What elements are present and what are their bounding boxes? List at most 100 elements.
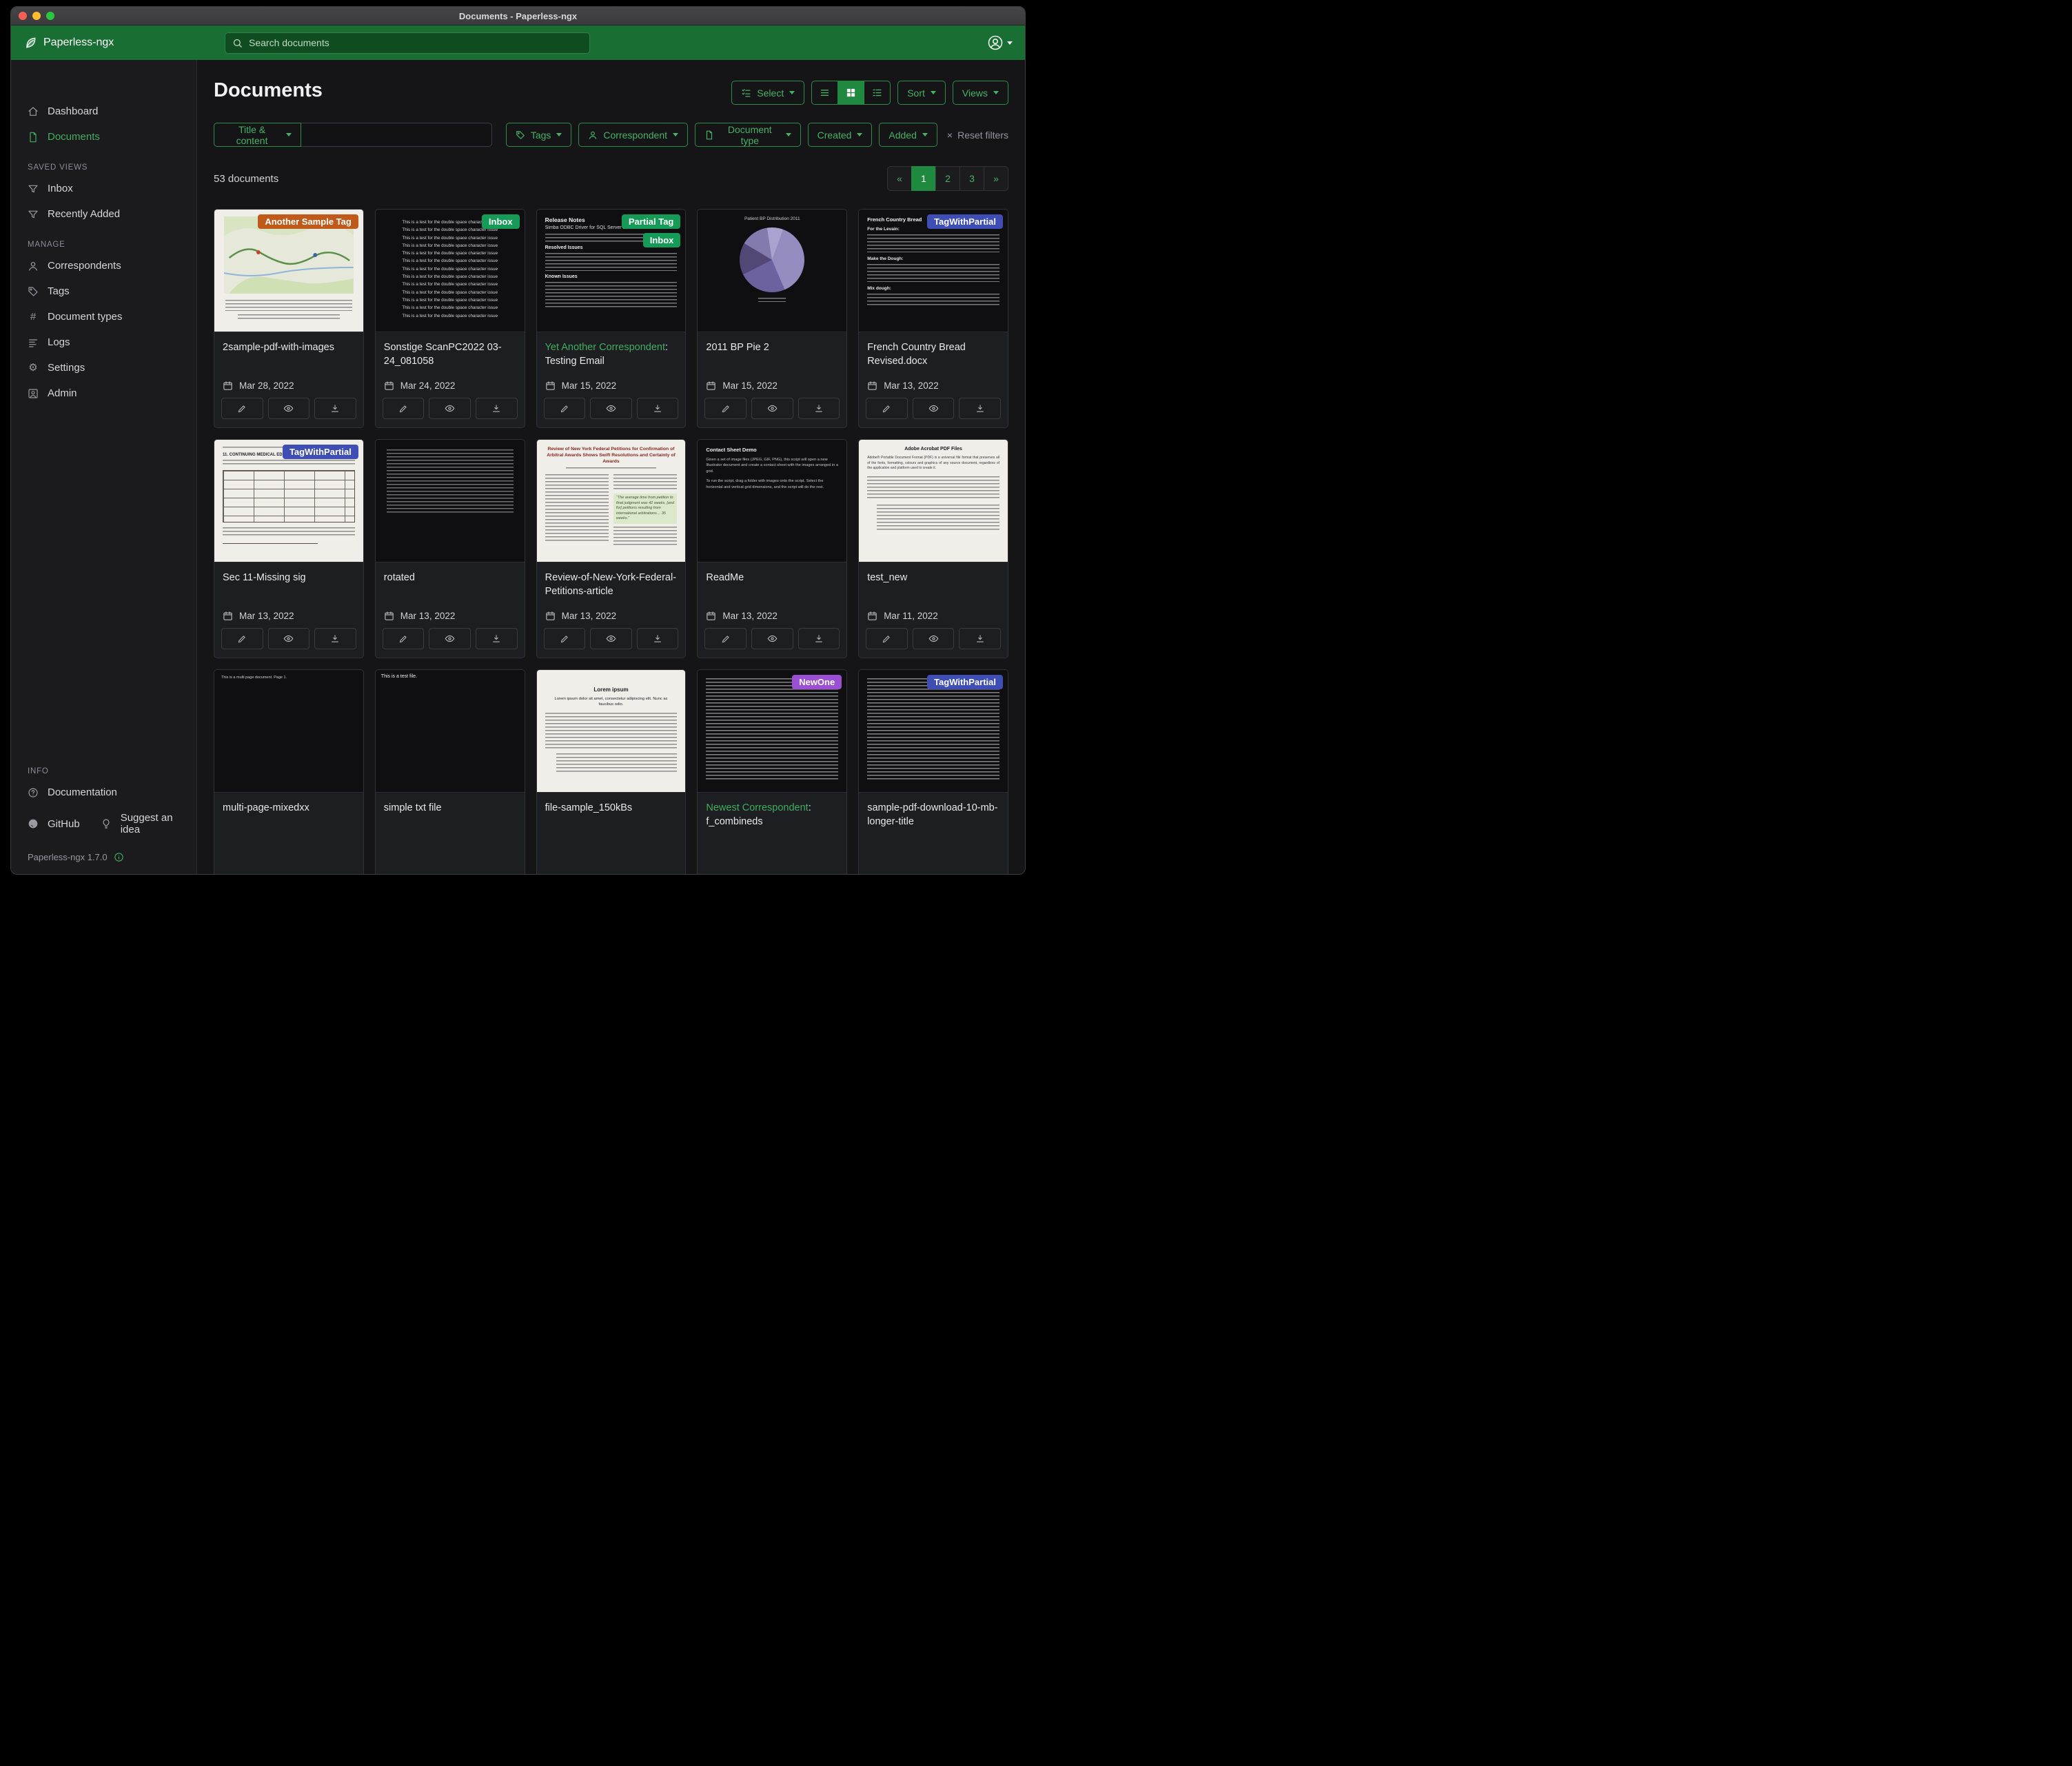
sidebar-item-settings[interactable]: ⚙ Settings — [11, 355, 196, 380]
sidebar-item-correspondents[interactable]: Correspondents — [11, 253, 196, 278]
sort-button[interactable]: Sort — [897, 81, 946, 105]
tags-filter-button[interactable]: Tags — [506, 123, 572, 147]
minimize-window-button[interactable] — [32, 12, 41, 20]
sidebar-item-dashboard[interactable]: Dashboard — [11, 99, 196, 124]
document-title[interactable]: Yet Another Correspondent: Testing Email — [545, 341, 678, 369]
view-document-button[interactable] — [913, 628, 955, 649]
tag-badge[interactable]: Inbox — [643, 233, 681, 247]
document-title[interactable]: Sonstige ScanPC2022 03-24_081058 — [384, 341, 516, 369]
download-document-button[interactable] — [637, 398, 679, 419]
view-document-button[interactable] — [429, 398, 471, 419]
document-type-filter-button[interactable]: Document type — [695, 123, 801, 147]
sidebar-item-documents[interactable]: Documents — [11, 124, 196, 150]
document-correspondent[interactable]: Newest Correspondent — [706, 802, 808, 813]
download-document-button[interactable] — [637, 628, 679, 649]
user-menu[interactable] — [987, 34, 1013, 51]
sidebar-item-documentation[interactable]: Documentation — [11, 780, 196, 805]
document-thumbnail[interactable]: This is a multi page document. Page 1. — [214, 670, 363, 793]
document-title[interactable]: multi-page-mixedxx — [223, 801, 355, 815]
document-card[interactable]: Release Notes Simba ODBC Driver for SQL … — [536, 209, 687, 428]
edit-document-button[interactable] — [866, 398, 908, 419]
grid-view-button[interactable] — [837, 81, 864, 105]
reset-filters-button[interactable]: × Reset filters — [947, 130, 1008, 141]
sidebar-item-github[interactable]: GitHub — [11, 811, 84, 837]
document-card[interactable]: 11. CONTINUING MEDICAL EDUCA TagWithPart… — [214, 439, 364, 658]
title-content-dropdown[interactable]: Title & content — [214, 123, 301, 147]
document-thumbnail[interactable]: This is a test for the double space char… — [376, 210, 525, 332]
download-document-button[interactable] — [476, 398, 518, 419]
document-thumbnail[interactable]: Release Notes Simba ODBC Driver for SQL … — [537, 210, 686, 332]
list-view-button[interactable] — [811, 81, 838, 105]
sidebar-item-logs[interactable]: Logs — [11, 329, 196, 355]
edit-document-button[interactable] — [704, 398, 746, 419]
document-title[interactable]: sample-pdf-download-10-mb-longer-title — [867, 801, 999, 829]
pagination-page-3[interactable]: 3 — [959, 166, 984, 191]
pagination-prev-button[interactable]: « — [887, 166, 912, 191]
document-thumbnail[interactable]: 11. CONTINUING MEDICAL EDUCA TagWithPart… — [214, 440, 363, 562]
select-button[interactable]: Select — [731, 81, 804, 105]
created-filter-button[interactable]: Created — [808, 123, 873, 147]
added-filter-button[interactable]: Added — [879, 123, 937, 147]
title-content-input[interactable] — [301, 123, 492, 147]
edit-document-button[interactable] — [866, 628, 908, 649]
document-title[interactable]: Review-of-New-York-Federal-Petitions-art… — [545, 571, 678, 599]
document-correspondent[interactable]: Yet Another Correspondent — [545, 342, 665, 353]
view-document-button[interactable] — [429, 628, 471, 649]
view-document-button[interactable] — [751, 628, 793, 649]
document-title[interactable]: ReadMe — [706, 571, 838, 585]
tag-badge[interactable]: TagWithPartial — [283, 445, 358, 459]
tag-badge[interactable]: Partial Tag — [622, 214, 681, 229]
document-card[interactable]: This is a multi page document. Page 1. m… — [214, 669, 364, 875]
download-document-button[interactable] — [959, 628, 1001, 649]
document-title[interactable]: Newest Correspondent: f_combineds — [706, 801, 838, 829]
tag-badge[interactable]: Another Sample Tag — [258, 214, 358, 229]
search-input[interactable] — [249, 37, 582, 48]
tag-badge[interactable]: TagWithPartial — [927, 214, 1003, 229]
document-title[interactable]: file-sample_150kBs — [545, 801, 678, 815]
tag-badge[interactable]: Inbox — [482, 214, 520, 229]
sidebar-item-admin[interactable]: Admin — [11, 380, 196, 406]
document-thumbnail[interactable]: French Country Bread For the Levain: Mak… — [859, 210, 1008, 332]
document-title[interactable]: Sec 11-Missing sig — [223, 571, 355, 585]
document-card[interactable]: rotated Mar 13, 2022 — [375, 439, 525, 658]
document-title[interactable]: rotated — [384, 571, 516, 585]
document-thumbnail[interactable]: Contact Sheet Demo Given a set of image … — [698, 440, 846, 562]
correspondent-filter-button[interactable]: Correspondent — [578, 123, 688, 147]
view-document-button[interactable] — [590, 398, 632, 419]
view-document-button[interactable] — [268, 398, 310, 419]
sidebar-item-document-types[interactable]: # Document types — [11, 304, 196, 329]
document-card[interactable]: NewOne Newest Correspondent: f_combineds — [697, 669, 847, 875]
view-document-button[interactable] — [751, 398, 793, 419]
views-button[interactable]: Views — [953, 81, 1008, 105]
document-title[interactable]: 2sample-pdf-with-images — [223, 341, 355, 354]
tag-badge[interactable]: TagWithPartial — [927, 675, 1003, 689]
tag-badge[interactable]: NewOne — [792, 675, 842, 689]
brand[interactable]: Paperless-ngx — [23, 36, 225, 50]
document-card[interactable]: Review of New York Federal Petitions for… — [536, 439, 687, 658]
document-thumbnail[interactable]: Lorem ipsum Lorem ipsum dolor sit amet, … — [537, 670, 686, 793]
view-document-button[interactable] — [913, 398, 955, 419]
document-thumbnail[interactable]: Patient BP Distribution 2011 — [698, 210, 846, 332]
document-card[interactable]: Patient BP Distribution 2011 2011 BP Pie… — [697, 209, 847, 428]
sidebar-item-suggest-idea[interactable]: Suggest an idea — [84, 805, 196, 842]
document-thumbnail[interactable]: This is a test file. — [376, 670, 525, 793]
document-title[interactable]: simple txt file — [384, 801, 516, 815]
document-title[interactable]: test_new — [867, 571, 999, 585]
document-card[interactable]: TagWithPartial sample-pdf-download-10-mb… — [858, 669, 1008, 875]
edit-document-button[interactable] — [544, 628, 586, 649]
document-title[interactable]: 2011 BP Pie 2 — [706, 341, 838, 354]
pagination-page-2[interactable]: 2 — [935, 166, 960, 191]
document-card[interactable]: French Country Bread For the Levain: Mak… — [858, 209, 1008, 428]
sidebar-item-recently-added[interactable]: Recently Added — [11, 201, 196, 227]
edit-document-button[interactable] — [383, 398, 425, 419]
document-thumbnail[interactable]: Adobe Acrobat PDF Files Adobe® Portable … — [859, 440, 1008, 562]
document-card[interactable]: Adobe Acrobat PDF Files Adobe® Portable … — [858, 439, 1008, 658]
download-document-button[interactable] — [959, 398, 1001, 419]
document-thumbnail[interactable] — [376, 440, 525, 562]
document-card[interactable]: Lorem ipsum Lorem ipsum dolor sit amet, … — [536, 669, 687, 875]
edit-document-button[interactable] — [221, 628, 263, 649]
info-circle-icon[interactable] — [114, 852, 124, 862]
document-card[interactable]: Another Sample Tag 2sample-pdf-with-imag… — [214, 209, 364, 428]
document-card[interactable]: This is a test for the double space char… — [375, 209, 525, 428]
sidebar-item-tags[interactable]: Tags — [11, 278, 196, 304]
